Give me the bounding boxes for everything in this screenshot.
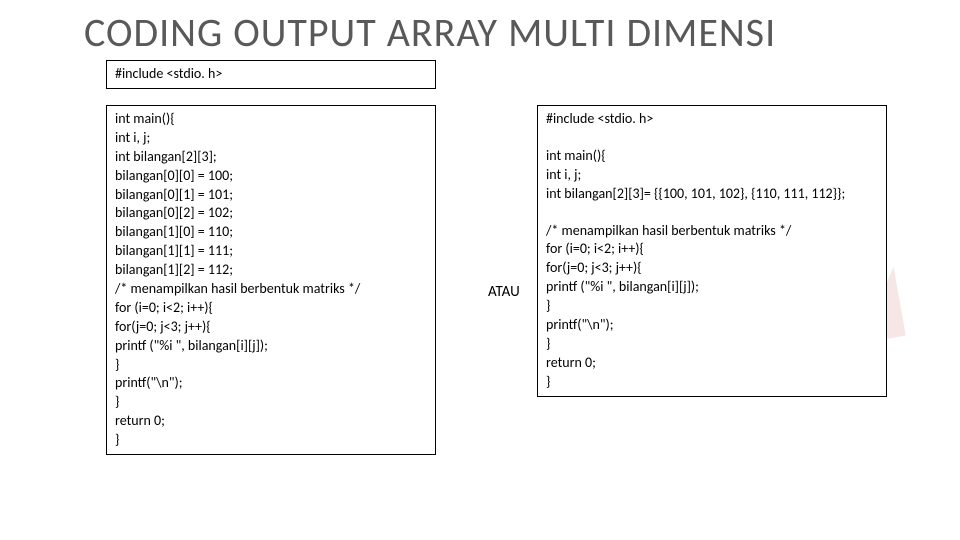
code-line: int bilangan[2][3]= {{100, 101, 102}, {1… [546,185,878,204]
code-line: } [546,373,878,392]
code-line: bilangan[0][1] = 101; [115,186,427,205]
code-line: bilangan[1][0] = 110; [115,223,427,242]
connector-label: ATAU [488,283,520,301]
code-line: } [115,431,427,450]
code-line: #include <stdio. h> [115,65,427,84]
code-line: /* menampilkan hasil berbentuk matriks *… [115,280,427,299]
include-box: #include <stdio. h> [106,60,436,89]
code-line: printf("\n"); [115,374,427,393]
code-line: int i, j; [115,129,427,148]
code-line: } [115,393,427,412]
code-line: for (i=0; i<2; i++){ [546,240,878,259]
code-box-left: int main(){int i, j;int bilangan[2][3];b… [106,105,436,455]
code-line: return 0; [546,354,878,373]
code-line: bilangan[1][2] = 112; [115,261,427,280]
code-line: for (i=0; i<2; i++){ [115,299,427,318]
page-title: CODING OUTPUT ARRAY MULTI DIMENSI [84,8,776,57]
code-line: printf("\n"); [546,316,878,335]
code-line: printf ("%i ", bilangan[i][j]); [115,337,427,356]
code-line: } [546,335,878,354]
code-line: bilangan[0][2] = 102; [115,204,427,223]
code-line: return 0; [115,412,427,431]
code-box-right: #include <stdio. h> int main(){int i, j;i… [537,105,887,397]
code-line: int bilangan[2][3]; [115,148,427,167]
code-line: #include <stdio. h> [546,110,878,129]
code-line: } [546,297,878,316]
blank-line [546,204,878,222]
code-line: } [115,356,427,375]
code-line: for(j=0; j<3; j++){ [115,318,427,337]
code-line: bilangan[0][0] = 100; [115,167,427,186]
code-line: for(j=0; j<3; j++){ [546,259,878,278]
code-line: printf ("%i ", bilangan[i][j]); [546,278,878,297]
blank-line [546,129,878,147]
code-line: bilangan[1][1] = 111; [115,242,427,261]
code-line: /* menampilkan hasil berbentuk matriks *… [546,222,878,241]
code-line: int main(){ [546,147,878,166]
code-line: int main(){ [115,110,427,129]
code-line: int i, j; [546,166,878,185]
